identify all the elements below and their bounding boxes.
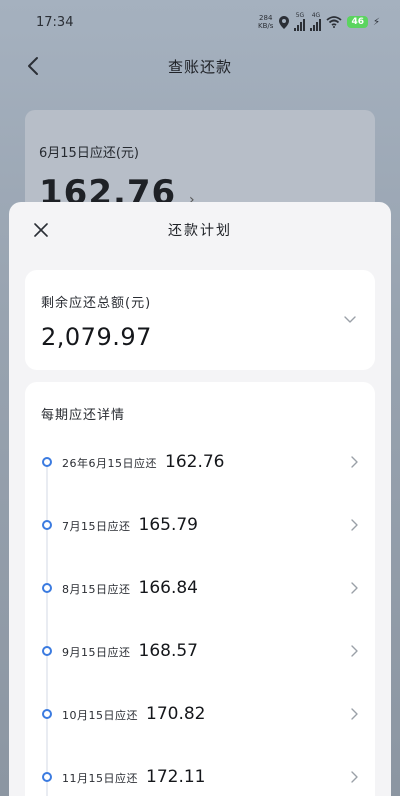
sim1-signal: 5G xyxy=(294,13,306,31)
timeline-dot-icon xyxy=(42,457,52,467)
status-time: 17:34 xyxy=(36,14,74,30)
chevron-right-icon xyxy=(351,519,358,531)
installment-date: 26年6月15日应还 xyxy=(62,457,157,470)
installment-text: 26年6月15日应还 162.76 xyxy=(62,452,224,472)
installment-amount: 166.84 xyxy=(138,578,198,598)
timeline-dot-icon xyxy=(42,520,52,530)
installment-date: 9月15日应还 xyxy=(62,646,131,659)
signal-icon xyxy=(310,19,322,31)
close-button[interactable] xyxy=(31,220,51,240)
charging-icon: ⚡ xyxy=(372,16,380,28)
timeline-dot-icon xyxy=(42,646,52,656)
remaining-total-label: 剩余应还总额(元) xyxy=(41,296,152,311)
network-speed-unit: KB/s xyxy=(258,22,274,30)
installment-amount: 168.57 xyxy=(138,641,198,661)
sheet-header: 还款计划 xyxy=(9,202,391,258)
installment-amount: 170.82 xyxy=(146,704,206,724)
installment-date: 10月15日应还 xyxy=(62,709,138,722)
signal-icon xyxy=(294,19,306,31)
battery-icon: 46 xyxy=(347,16,368,28)
installment-date: 11月15日应还 xyxy=(62,772,138,785)
installment-date: 7月15日应还 xyxy=(62,520,131,533)
repayment-plan-sheet: 还款计划 剩余应还总额(元) 2,079.97 每期应还详情 26年6月15日应… xyxy=(9,202,391,796)
installment-text: 10月15日应还 170.82 xyxy=(62,704,205,724)
installment-text: 9月15日应还 168.57 xyxy=(62,641,198,661)
timeline-dot-icon xyxy=(42,583,52,593)
network-speed: 284 KB/s xyxy=(258,14,273,30)
chevron-right-icon xyxy=(351,708,358,720)
close-icon xyxy=(34,223,48,237)
back-button[interactable] xyxy=(22,54,44,78)
chevron-right-icon xyxy=(351,771,358,783)
installment-details-card: 每期应还详情 26年6月15日应还 162.76 7月15日应还 165.79 xyxy=(25,382,375,796)
back-arrow-icon xyxy=(28,57,38,75)
installment-details-title: 每期应还详情 xyxy=(41,408,126,423)
page-title: 查账还款 xyxy=(167,57,232,76)
installment-row[interactable]: 10月15日应还 170.82 xyxy=(25,694,375,734)
installment-date: 8月15日应还 xyxy=(62,583,131,596)
network-speed-value: 284 xyxy=(259,14,273,22)
chevron-down-icon xyxy=(344,316,356,323)
installment-text: 7月15日应还 165.79 xyxy=(62,515,198,535)
timeline-dot-icon xyxy=(42,772,52,782)
installment-row[interactable]: 11月15日应还 172.11 xyxy=(25,757,375,796)
status-right: 284 KB/s 5G 4G 46 ⚡ xyxy=(258,13,380,31)
installment-text: 11月15日应还 172.11 xyxy=(62,767,205,787)
installment-text: 8月15日应还 166.84 xyxy=(62,578,198,598)
status-bar: 17:34 284 KB/s 5G 4G 46 ⚡ xyxy=(0,0,400,44)
installment-amount: 162.76 xyxy=(165,452,225,472)
due-card-label: 6月15日应还(元) xyxy=(39,146,139,161)
chevron-right-icon xyxy=(351,582,358,594)
installment-row[interactable]: 26年6月15日应还 162.76 xyxy=(25,442,375,482)
status-icons: 5G 4G 46 ⚡ xyxy=(279,13,380,31)
nav-bar: 查账还款 xyxy=(0,44,400,88)
sim2-signal: 4G xyxy=(310,13,322,31)
location-icon xyxy=(279,15,290,29)
chevron-right-icon xyxy=(351,456,358,468)
remaining-total-amount: 2,079.97 xyxy=(41,323,152,351)
installment-row[interactable]: 9月15日应还 168.57 xyxy=(25,631,375,671)
wifi-icon xyxy=(326,16,343,28)
installment-row[interactable]: 8月15日应还 166.84 xyxy=(25,568,375,608)
timeline-dot-icon xyxy=(42,709,52,719)
installment-amount: 165.79 xyxy=(138,515,198,535)
chevron-right-icon xyxy=(351,645,358,657)
sheet-title: 还款计划 xyxy=(168,223,232,239)
installment-row[interactable]: 7月15日应还 165.79 xyxy=(25,505,375,545)
installment-amount: 172.11 xyxy=(146,767,206,787)
remaining-total-card[interactable]: 剩余应还总额(元) 2,079.97 xyxy=(25,270,375,370)
